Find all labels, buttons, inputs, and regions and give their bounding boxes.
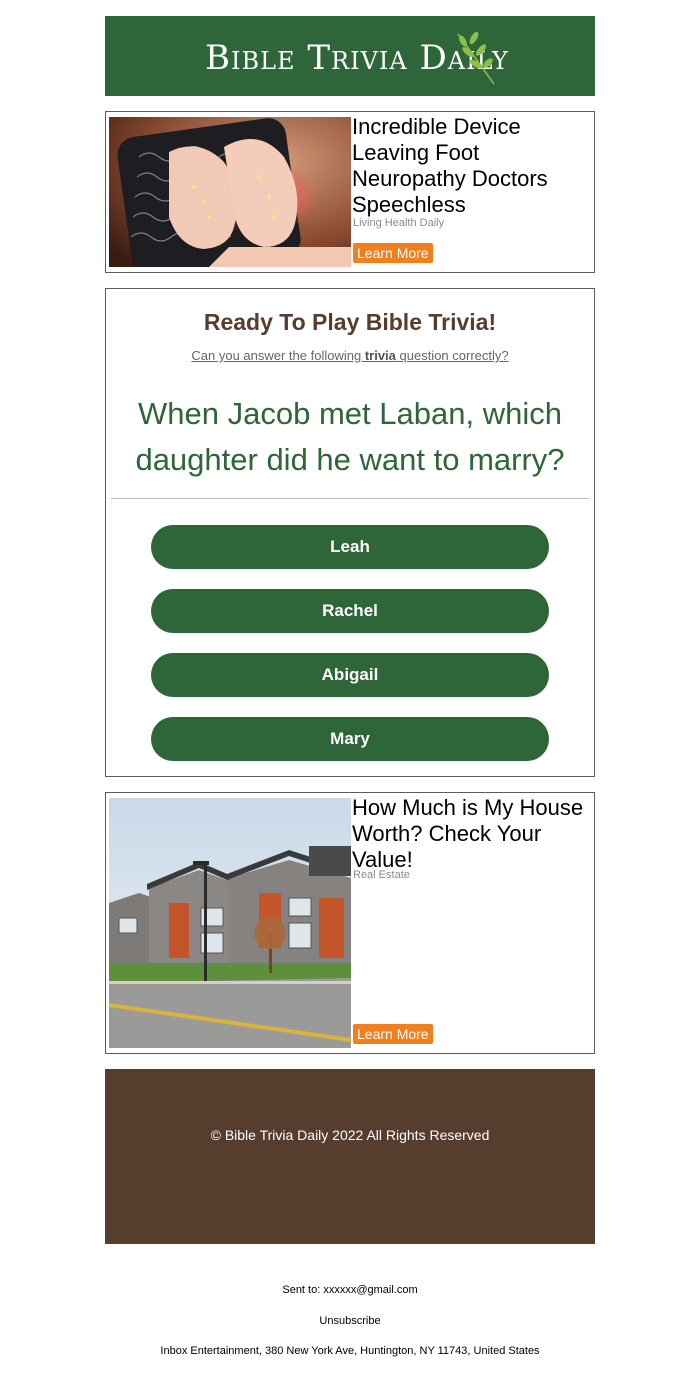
ad-card-house-value[interactable]: How Much is My House Worth? Check Your V… <box>105 792 595 1054</box>
trivia-sub-suffix: question correctly? <box>395 348 509 363</box>
answer-button-rachel[interactable]: Rachel <box>151 589 549 633</box>
company-address: Inbox Entertainment, 380 New York Ave, H… <box>160 1345 540 1357</box>
answer-button-abigail[interactable]: Abigail <box>151 653 549 697</box>
trivia-question: When Jacob met Laban, which daughter did… <box>135 396 565 477</box>
divider <box>111 498 589 499</box>
olive-branch-icon <box>457 31 495 85</box>
ad-card-foot-device[interactable]: Incredible Device Leaving Foot Neuropath… <box>105 111 595 273</box>
trivia-sub-bold: trivia <box>364 348 396 363</box>
answer-button-leah[interactable]: Leah <box>151 525 549 569</box>
suburban-houses-image[interactable] <box>109 798 351 1048</box>
ad-source: Living Health Daily <box>353 217 445 229</box>
trivia-heading: Ready To Play Bible Trivia! <box>203 309 497 335</box>
header-banner[interactable]: Bible Trivia Daily <box>105 16 595 96</box>
trivia-card: Ready To Play Bible Trivia! Can you answ… <box>105 288 595 777</box>
ad-title[interactable]: How Much is My House Worth? Check Your V… <box>352 795 592 873</box>
ad-title[interactable]: Incredible Device Leaving Foot Neuropath… <box>352 114 592 218</box>
learn-more-button[interactable]: Learn More <box>353 1024 433 1044</box>
ad-source: Real Estate <box>353 869 410 881</box>
unsubscribe-link[interactable]: Unsubscribe <box>0 1315 700 1327</box>
trivia-subheading[interactable]: Can you answer the following trivia ques… <box>106 348 594 363</box>
copyright-text: © Bible Trivia Daily 2022 All Rights Res… <box>210 1127 490 1143</box>
trivia-sub-prefix: Can you answer the following <box>191 348 365 363</box>
foot-massager-image[interactable] <box>109 117 351 267</box>
answer-button-mary[interactable]: Mary <box>151 717 549 761</box>
footer: © Bible Trivia Daily 2022 All Rights Res… <box>105 1069 595 1244</box>
sent-to-text: Sent to: xxxxxx@gmail.com <box>282 1284 418 1296</box>
learn-more-button[interactable]: Learn More <box>353 243 433 263</box>
